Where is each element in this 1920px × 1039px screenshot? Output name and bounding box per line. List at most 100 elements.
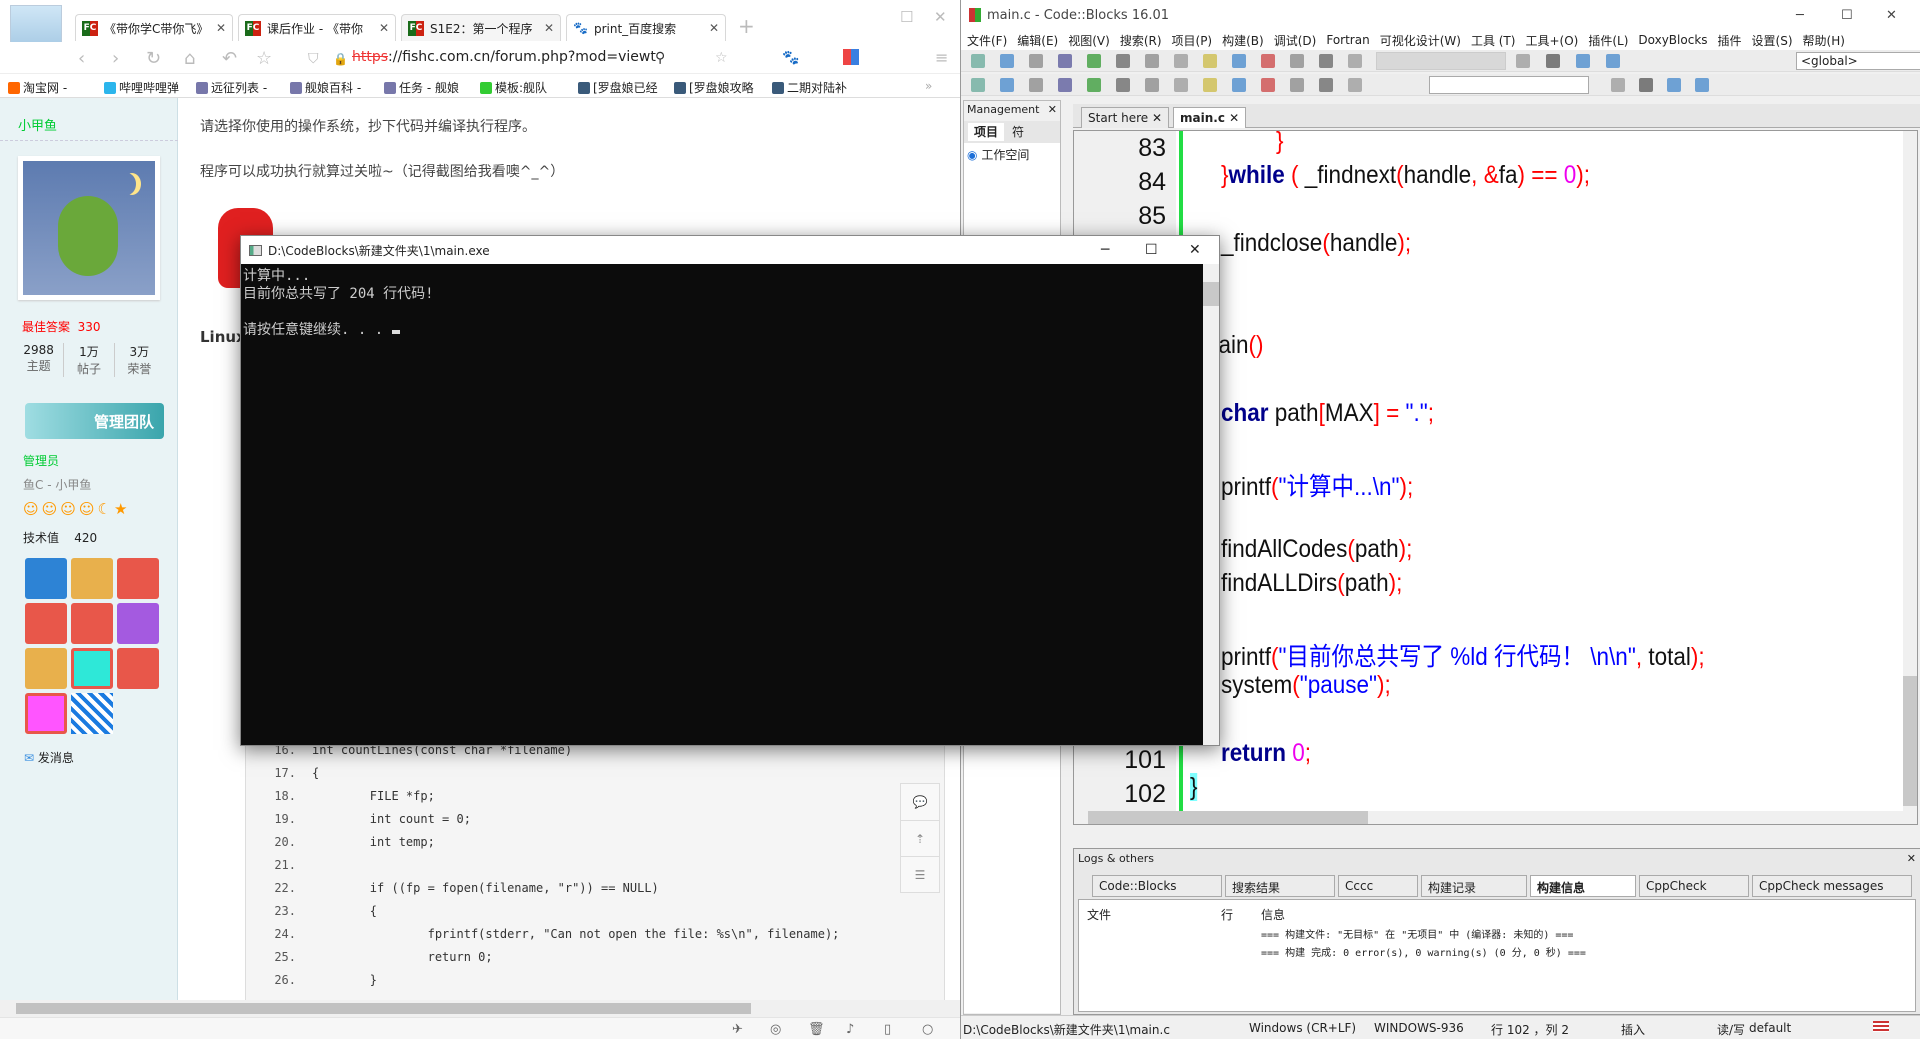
- toolbar-button-icon[interactable]: [1319, 54, 1333, 68]
- toolbar-button-icon[interactable]: [1232, 78, 1246, 92]
- bookmark[interactable]: 舰娘百科 -: [290, 79, 361, 96]
- tab-symbols[interactable]: 符: [1012, 123, 1024, 141]
- maximize-button[interactable]: ☐: [900, 8, 913, 26]
- close-tab-icon[interactable]: ✕: [373, 21, 389, 35]
- menu-item[interactable]: 帮助(H): [1803, 32, 1845, 49]
- log-tab[interactable]: Code::Blocks: [1092, 875, 1222, 897]
- column-header-file[interactable]: 文件: [1087, 906, 1111, 923]
- toolbar-button-icon[interactable]: [1116, 54, 1130, 68]
- zoom-icon[interactable]: ⚲: [655, 50, 665, 66]
- window-icon[interactable]: ▯: [884, 1022, 891, 1037]
- toolbar-button-icon[interactable]: [1203, 54, 1217, 68]
- toolbar-button-icon[interactable]: [1695, 78, 1709, 92]
- tab-projects[interactable]: 项目: [968, 123, 1005, 141]
- menu-icon[interactable]: ≡: [935, 48, 948, 67]
- toolbar-button-icon[interactable]: [1174, 54, 1188, 68]
- medal-up-icon[interactable]: [25, 558, 67, 599]
- menu-item[interactable]: 调试(D): [1274, 32, 1317, 49]
- browser-tab[interactable]: 🐾 print_百度搜索 ✕: [566, 14, 726, 41]
- menu-item[interactable]: 文件(F): [967, 32, 1007, 49]
- toolbar-button-icon[interactable]: [971, 78, 985, 92]
- build-message[interactable]: === 构建文件: "无目标" 在 "无项目" 中 (编译器: 未知的) ===: [1261, 926, 1573, 941]
- author-name[interactable]: 小甲鱼: [18, 115, 57, 134]
- medal-heart-icon[interactable]: [71, 603, 113, 644]
- back-to-top-icon[interactable]: ⇡: [901, 820, 939, 856]
- close-button[interactable]: ✕: [1886, 8, 1897, 23]
- send-message-link[interactable]: ✉ 发消息: [24, 749, 74, 766]
- back-icon[interactable]: ‹: [78, 48, 85, 69]
- toolbar-button-icon[interactable]: [1087, 54, 1101, 68]
- author-avatar[interactable]: [18, 156, 160, 300]
- medal-megaphone-icon[interactable]: [71, 693, 113, 734]
- minimize-button[interactable]: ─: [1101, 242, 1109, 258]
- log-tab[interactable]: 构建记录: [1421, 875, 1527, 897]
- toolbar-button-icon[interactable]: [1145, 54, 1159, 68]
- toolbar-button-icon[interactable]: [1290, 54, 1304, 68]
- menu-item[interactable]: 可视化设计(W): [1380, 32, 1461, 49]
- medal-bulb-icon[interactable]: [117, 603, 159, 644]
- medal-star-icon[interactable]: [25, 603, 67, 644]
- browser-tab[interactable]: FC 《带你学C带你飞》 ✕: [75, 14, 233, 41]
- stat-posts[interactable]: 1万 帖子: [64, 343, 115, 377]
- build-message[interactable]: === 构建 完成: 0 error(s), 0 warning(s) (0 分…: [1261, 944, 1586, 959]
- close-panel-icon[interactable]: ✕: [1907, 852, 1916, 868]
- close-tab-icon[interactable]: ✕: [703, 21, 719, 35]
- tab-main-c[interactable]: main.c ✕: [1173, 107, 1247, 128]
- menu-item[interactable]: 搜索(R): [1120, 32, 1162, 49]
- log-tab[interactable]: CppCheck: [1639, 875, 1749, 897]
- toolbar-button-icon[interactable]: [1606, 54, 1620, 68]
- tab-start-here[interactable]: Start here ✕: [1081, 107, 1170, 128]
- more-bookmarks-icon[interactable]: »: [925, 79, 932, 93]
- toolbar-button-icon[interactable]: [1348, 54, 1362, 68]
- toolbar-button-icon[interactable]: [1145, 78, 1159, 92]
- stat-topics[interactable]: 2988 主题: [14, 343, 65, 377]
- toolbar-button-icon[interactable]: [1319, 78, 1333, 92]
- medal-stopwatch-icon[interactable]: [25, 693, 67, 734]
- scope-select[interactable]: <global>: [1796, 52, 1920, 70]
- team-banner[interactable]: 管理团队: [25, 403, 164, 439]
- list-icon[interactable]: ☰: [901, 856, 939, 892]
- search-combo[interactable]: [1429, 76, 1589, 94]
- home-icon[interactable]: ⌂: [184, 48, 195, 69]
- toolbar-button-icon[interactable]: [1261, 78, 1275, 92]
- medal-c-icon[interactable]: [117, 558, 159, 599]
- build-target-select[interactable]: [1376, 52, 1506, 70]
- apps-icon[interactable]: [843, 49, 859, 65]
- toolbar-button-icon[interactable]: [1516, 54, 1530, 68]
- minimize-button[interactable]: ─: [1796, 8, 1804, 23]
- favorite-star-icon[interactable]: ☆: [256, 48, 272, 69]
- toolbar-button-icon[interactable]: [1203, 78, 1217, 92]
- comment-icon[interactable]: 💬: [901, 784, 939, 820]
- browser-tab-active[interactable]: FC S1E2：第一个程序 ✕: [401, 14, 561, 41]
- log-tab[interactable]: 搜索结果: [1225, 875, 1335, 897]
- menu-item[interactable]: 视图(V): [1068, 32, 1110, 49]
- toolbar-button-icon[interactable]: [1232, 54, 1246, 68]
- bookmark[interactable]: 二期对陆补: [772, 79, 847, 96]
- tree-item-workspace[interactable]: 工作空间: [981, 148, 1029, 162]
- scrollbar-thumb[interactable]: [1203, 282, 1219, 306]
- toolbar-button-icon[interactable]: [1000, 54, 1014, 68]
- toolbar-button-icon[interactable]: [1174, 78, 1188, 92]
- bookmark[interactable]: 淘宝网 -: [8, 79, 67, 96]
- browser-tab[interactable]: FC 课后作业 - 《带你 ✕: [238, 14, 396, 41]
- toolbar-button-icon[interactable]: [1087, 78, 1101, 92]
- bookmark[interactable]: 哔哩哔哩弹: [104, 79, 179, 96]
- close-tab-icon[interactable]: ✕: [538, 21, 554, 35]
- toolbar-button-icon[interactable]: [1116, 78, 1130, 92]
- toolbar-button-icon[interactable]: [1029, 78, 1043, 92]
- column-header-line[interactable]: 行: [1221, 906, 1233, 923]
- reload-icon[interactable]: ↻: [146, 48, 161, 69]
- toolbar-button-icon[interactable]: [1546, 54, 1560, 68]
- bookmark[interactable]: [罗盘娘已经: [578, 79, 658, 96]
- toolbar-button-icon[interactable]: [1667, 78, 1681, 92]
- close-panel-icon[interactable]: ✕: [1048, 103, 1057, 119]
- bookmark[interactable]: 远征列表 -: [196, 79, 267, 96]
- close-button[interactable]: ✕: [1189, 242, 1201, 258]
- toolbar-button-icon[interactable]: [1058, 54, 1072, 68]
- baidu-icon[interactable]: 🐾: [782, 50, 799, 66]
- editor-vscrollbar[interactable]: [1903, 131, 1917, 811]
- close-tab-icon[interactable]: ✕: [1229, 111, 1239, 125]
- build-messages-list[interactable]: 文件 行 信息 === 构建文件: "无目标" 在 "无项目" 中 (编译器: …: [1078, 899, 1916, 1012]
- toolbar-button-icon[interactable]: [1058, 78, 1072, 92]
- close-tab-icon[interactable]: ✕: [1152, 111, 1162, 125]
